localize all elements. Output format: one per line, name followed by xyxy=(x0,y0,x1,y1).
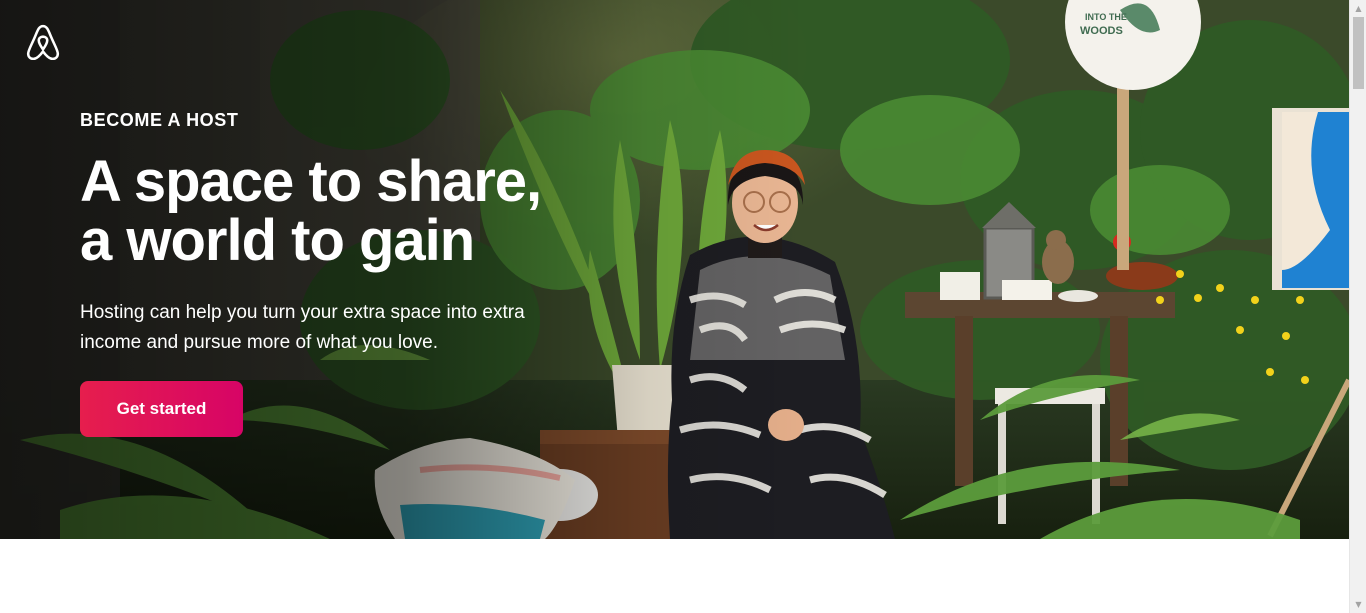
hero-subtext: Hosting can help you turn your extra spa… xyxy=(80,302,525,353)
sign-text-line2: WOODS xyxy=(1080,25,1123,37)
page-scrollbar[interactable]: ▲ ▼ xyxy=(1349,0,1366,613)
scroll-down-arrow-icon[interactable]: ▼ xyxy=(1350,596,1366,613)
eyebrow-label: BECOME A HOST xyxy=(80,110,239,130)
get-started-button[interactable]: Get started xyxy=(80,381,243,437)
scroll-thumb[interactable] xyxy=(1353,17,1364,89)
hero-banner: INTO THE WOODS BECOME A HOST A space to … xyxy=(0,0,1349,539)
airbnb-logo-icon[interactable] xyxy=(26,24,60,60)
hero-headline-line-2: a world to gain xyxy=(80,208,475,273)
page: INTO THE WOODS BECOME A HOST A space to … xyxy=(0,0,1366,613)
hero-headline-line-1: A space to share, xyxy=(80,149,542,214)
hero-headline: A space to share, a world to gain xyxy=(80,152,640,270)
scroll-up-arrow-icon[interactable]: ▲ xyxy=(1350,0,1366,17)
sign-text-line1: INTO THE xyxy=(1085,12,1127,22)
